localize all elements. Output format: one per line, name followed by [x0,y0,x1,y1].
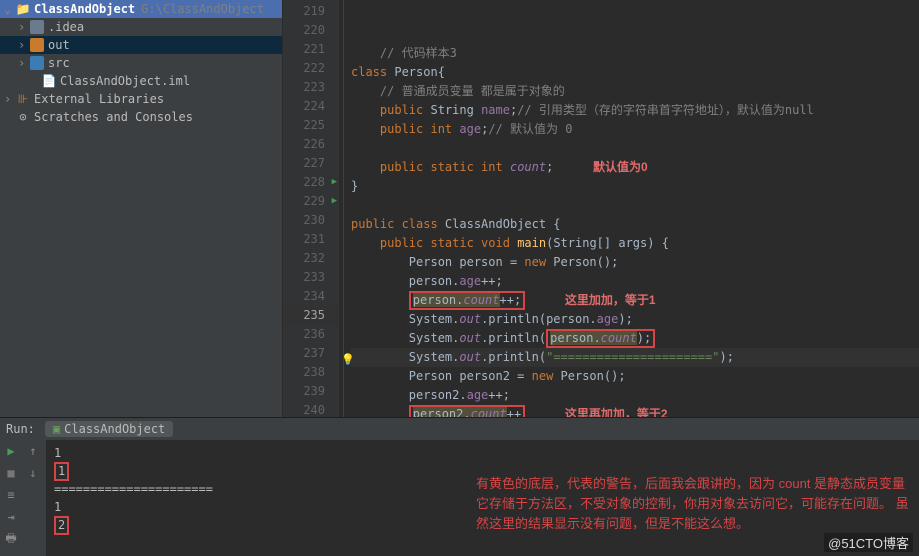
line-number: 237 [283,344,339,363]
line-number: 228 [283,173,339,192]
code-line[interactable]: public int age;// 默认值为 0 [351,120,919,139]
folder-icon [30,38,44,52]
code-line[interactable]: System.out.println(person.count); [351,329,919,348]
run-toolbar: ▶ ■ ≡ ⇥ 🖶 ↑ ↓ [0,440,46,556]
print-button[interactable]: 🖶 [0,528,22,550]
code-line[interactable]: person2.count++ 这里再加加，等于2 [351,405,919,417]
layout-button[interactable]: ≡ [0,484,22,506]
code-line[interactable]: // 代码样本3 [351,44,919,63]
project-name: ClassAndObject [34,2,135,16]
tree-item[interactable]: 📄ClassAndObject.iml [0,72,282,90]
code-line[interactable] [351,139,919,158]
line-number: 240 [283,401,339,417]
project-sidebar: 📁 ClassAndObject G:\ClassAndObject .idea… [0,0,283,417]
line-number: 221 [283,40,339,59]
code-area[interactable]: // 代码样本3class Person{ // 普通成员变量 都是属于对象的 … [339,0,919,417]
run-panel: Run: ▣ ClassAndObject ▶ ■ ≡ ⇥ 🖶 ↑ ↓ 11==… [0,417,919,556]
line-number: 236 [283,325,339,344]
line-number: 232 [283,249,339,268]
console-line: 1 [54,444,911,462]
line-number: 235 [283,306,339,325]
line-number: 222 [283,59,339,78]
code-line[interactable]: public class ClassAndObject { [351,215,919,234]
line-number: 230 [283,211,339,230]
down-button[interactable]: ↓ [22,462,44,484]
line-number: 238 [283,363,339,382]
line-number: 219 [283,2,339,21]
run-icon: ▣ [53,422,60,436]
console-output[interactable]: 11======================12有黄色的底层，代表的警告，后… [46,440,919,556]
line-number: 227 [283,154,339,173]
line-gutter: 2192202212222232242252262272282292302312… [283,0,339,417]
code-line[interactable]: person.count++; 这里加加，等于1 [351,291,919,310]
tree-item[interactable]: .idea [0,18,282,36]
line-number: 231 [283,230,339,249]
line-number: 234 [283,287,339,306]
code-line[interactable]: // 普通成员变量 都是属于对象的 [351,82,919,101]
line-number: 239 [283,382,339,401]
line-number: 233 [283,268,339,287]
scratches[interactable]: ⊙ Scratches and Consoles [0,108,282,126]
library-icon: ⊪ [16,92,30,106]
folder-icon [30,56,44,70]
code-line[interactable]: class Person{ [351,63,919,82]
run-label: Run: [6,422,35,436]
code-line[interactable]: } [351,177,919,196]
line-number: 226 [283,135,339,154]
pin-button[interactable]: ⇥ [0,506,22,528]
line-number: 224 [283,97,339,116]
folder-icon [30,20,44,34]
chevron-down-icon[interactable] [4,2,16,16]
stop-button[interactable]: ■ [0,462,22,484]
chevron-icon[interactable] [18,38,30,52]
code-line[interactable]: public static int count; 默认值为0 [351,158,919,177]
code-editor[interactable]: 2192202212222232242252262272282292302312… [283,0,919,417]
tree-item[interactable]: out [0,36,282,54]
code-line[interactable]: person.age++; [351,272,919,291]
code-line[interactable]: person2.age++; [351,386,919,405]
file-icon: 📄 [42,74,56,88]
line-number: 229 [283,192,339,211]
project-path: G:\ClassAndObject [141,2,264,16]
up-button[interactable]: ↑ [22,440,44,462]
annotation-warning: 有黄色的底层，代表的警告，后面我会跟讲的，因为 count 是静态成员变量 它存… [476,474,916,534]
code-line[interactable]: 💡 System.out.println("==================… [351,348,919,367]
rerun-button[interactable]: ▶ [0,440,22,462]
tree-item[interactable]: src [0,54,282,72]
run-config-tab[interactable]: ▣ ClassAndObject [45,421,173,437]
project-root[interactable]: 📁 ClassAndObject G:\ClassAndObject [0,0,282,18]
project-icon: 📁 [16,2,30,16]
scratch-icon: ⊙ [16,110,30,124]
code-line[interactable]: public static void main(String[] args) { [351,234,919,253]
code-line[interactable]: public String name;// 引用类型（存的字符串首字符地址），默… [351,101,919,120]
code-line[interactable] [351,196,919,215]
code-line[interactable]: Person person2 = new Person(); [351,367,919,386]
external-libraries[interactable]: ⊪ External Libraries [0,90,282,108]
chevron-icon[interactable] [18,20,30,34]
code-line[interactable]: System.out.println(person.age); [351,310,919,329]
line-number: 220 [283,21,339,40]
chevron-icon[interactable] [18,56,30,70]
watermark: @51CTO博客 [824,533,913,552]
chevron-icon[interactable] [4,92,16,106]
line-number: 223 [283,78,339,97]
line-number: 225 [283,116,339,135]
code-line[interactable]: Person person = new Person(); [351,253,919,272]
